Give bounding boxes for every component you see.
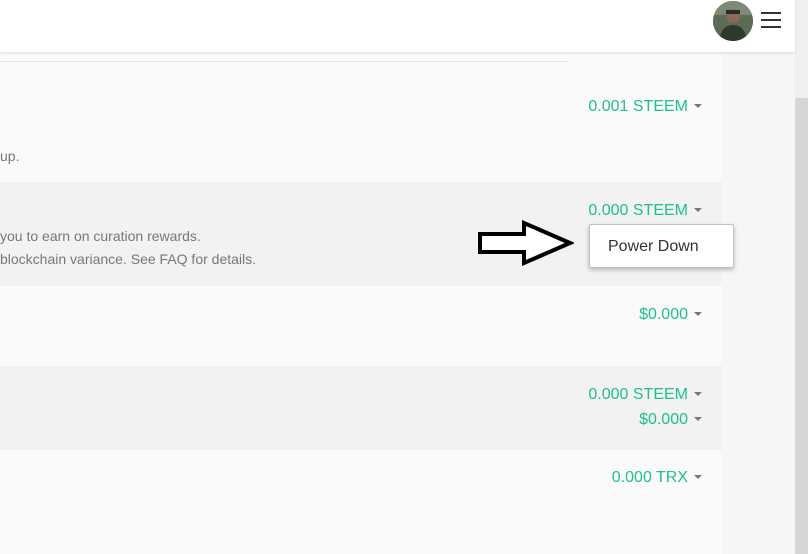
row-description-line-2: blockchain variance. See FAQ for details… <box>0 251 257 267</box>
balance-row-steem: 0.001 STEEM up. <box>0 62 722 182</box>
steem-balance-dropdown[interactable]: 0.001 STEEM <box>588 98 702 116</box>
row-description: up. <box>0 148 20 164</box>
steem-power-balance-dropdown[interactable]: 0.000 STEEM <box>588 202 702 220</box>
caret-down-icon <box>694 104 702 108</box>
savings-dollars-dropdown[interactable]: $0.000 <box>639 411 702 429</box>
savings-steem-dropdown[interactable]: 0.000 STEEM <box>588 386 702 404</box>
power-down-menu-item[interactable]: Power Down <box>608 238 699 256</box>
steem-power-dropdown-menu: Power Down <box>589 224 734 268</box>
top-nav-bar <box>0 0 795 52</box>
caret-down-icon <box>694 312 702 316</box>
caret-down-icon <box>694 392 702 396</box>
balance-value: $0.000 <box>639 411 688 428</box>
balance-row-steem-dollars: $0.000 <box>0 286 722 366</box>
caret-down-icon <box>694 417 702 421</box>
row-description-line-1: you to earn on curation rewards. <box>0 228 201 244</box>
balance-row-savings: 0.000 STEEM $0.000 <box>0 366 722 450</box>
balance-value: $0.000 <box>639 306 688 323</box>
balance-value: 0.000 STEEM <box>588 202 688 219</box>
trx-balance-dropdown[interactable]: 0.000 TRX <box>612 469 702 487</box>
caret-down-icon <box>694 208 702 212</box>
user-avatar[interactable] <box>713 1 753 41</box>
right-arrow-annotation <box>478 220 574 266</box>
balance-value: 0.000 STEEM <box>588 386 688 403</box>
balance-row-trx: 0.000 TRX <box>0 450 722 554</box>
balance-value: 0.000 TRX <box>611 469 688 486</box>
hamburger-menu-icon[interactable] <box>761 12 781 28</box>
scrollbar-thumb[interactable] <box>795 98 808 554</box>
steem-dollars-balance-dropdown[interactable]: $0.000 <box>639 306 702 324</box>
balance-value: 0.001 STEEM <box>588 98 688 115</box>
caret-down-icon <box>694 475 702 479</box>
